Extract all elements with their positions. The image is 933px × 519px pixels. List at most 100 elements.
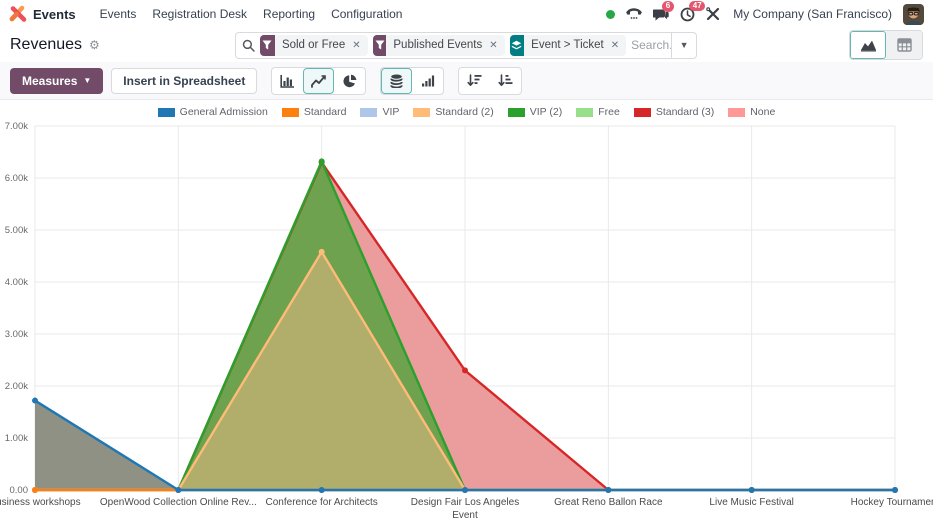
y-axis-tick: 6.00k [5,173,28,184]
y-axis-tick: 4.00k [5,277,28,288]
bar-chart-button[interactable] [272,68,303,94]
x-axis-label: OpenWood Collection Online Rev... [100,497,257,508]
graph-toolbar: Measures ▼ Insert in Spreadsheet [0,62,933,100]
remove-facet-icon[interactable]: ✕ [611,40,626,51]
breadcrumb: Revenues ⚙ [10,36,235,54]
messages-button[interactable]: 6 [653,7,669,21]
series-point [462,367,468,373]
sort-amount-asc-icon [498,74,513,87]
presence-status-icon [606,10,615,19]
x-axis-label: Conference for Architects [266,497,378,508]
search-facet-filter: Sold or Free ✕ [260,35,368,56]
pie-chart-button[interactable] [334,68,365,94]
filter-icon [260,35,275,56]
x-axis-label: Hockey Tournament [851,497,933,508]
activities-button[interactable]: 47 [680,7,695,22]
stacked-cumulative-group [380,67,444,95]
legend-swatch [282,108,299,117]
legend-item[interactable]: VIP [360,106,399,118]
legend-item[interactable]: Standard (3) [634,106,714,118]
voip-phone-button[interactable] [626,7,642,21]
legend-item[interactable]: None [728,106,775,118]
x-axis-label: Great Reno Ballon Race [554,497,663,508]
series-point [319,158,325,164]
series-point [175,487,181,493]
facet-label: Event > Ticket [524,39,611,51]
series-point [892,487,898,493]
measures-button[interactable]: Measures ▼ [10,68,103,94]
user-avatar[interactable] [903,4,924,25]
action-gear-icon[interactable]: ⚙ [89,39,100,51]
legend-item[interactable]: VIP (2) [508,106,562,118]
chart-area: General Admission Standard VIP Standard (2)… [0,100,933,519]
tools-icon [706,7,720,21]
sort-amount-desc-icon [467,74,482,87]
company-name[interactable]: My Company (San Francisco) [733,7,892,21]
tools-button[interactable] [706,7,720,21]
y-axis-tick: 0.00 [10,485,29,496]
app-switcher[interactable]: Events [9,5,76,23]
control-panel: Revenues ⚙ Sold or Free ✕ Published Even… [0,28,933,62]
insert-in-spreadsheet-button[interactable]: Insert in Spreadsheet [111,68,257,94]
menu-events[interactable]: Events [100,7,137,21]
chevron-down-icon: ▼ [83,76,91,85]
series-point [749,487,755,493]
series-point [605,487,611,493]
revenue-area-chart: 0.001.00k2.00k3.00k4.00k5.00k6.00k7.00kB… [0,120,933,519]
stacked-database-icon [390,74,403,88]
page-title: Revenues [10,36,82,54]
legend-label: General Admission [180,106,268,118]
y-axis-tick: 7.00k [5,121,28,132]
legend-item[interactable]: Free [576,106,620,118]
series-point [462,487,468,493]
legend-swatch [634,108,651,117]
top-navbar: Events Events Registration Desk Reportin… [0,0,933,28]
pie-chart-icon [343,74,357,88]
sort-group [458,67,522,95]
y-axis-tick: 3.00k [5,329,28,340]
legend-item[interactable]: Standard (2) [413,106,493,118]
search-options-toggle[interactable]: ▼ [671,33,696,58]
menu-reporting[interactable]: Reporting [263,7,315,21]
sort-ascending-button[interactable] [490,68,521,94]
stacked-toggle-button[interactable] [381,68,412,94]
activities-count-badge: 47 [689,1,705,12]
signal-bars-icon [421,74,435,87]
measures-label: Measures [22,74,77,88]
y-axis-tick: 5.00k [5,225,28,236]
line-chart-button[interactable] [303,68,334,94]
facet-label: Published Events [386,39,489,51]
graph-view-button[interactable] [850,31,886,59]
legend-label: Standard (2) [435,106,493,118]
search-input[interactable] [631,38,671,52]
legend-swatch [576,108,593,117]
sort-descending-button[interactable] [459,68,490,94]
app-name: Events [33,7,76,22]
legend-label: Free [598,106,620,118]
odoo-events-logo-icon [9,5,27,23]
search-bar[interactable]: Sold or Free ✕ Published Events ✕ Event … [235,32,697,59]
remove-facet-icon[interactable]: ✕ [489,40,504,51]
filter-icon [373,35,387,56]
legend-item[interactable]: Standard [282,106,347,118]
legend-swatch [360,108,377,117]
menu-registration-desk[interactable]: Registration Desk [152,7,247,21]
cumulative-toggle-button[interactable] [412,68,443,94]
pivot-view-button[interactable] [886,31,922,59]
legend-item[interactable]: General Admission [158,106,268,118]
navbar-left: Events Events Registration Desk Reportin… [9,5,402,23]
navbar-right: 6 47 My Company (San Francisco) [606,4,924,25]
area-chart-icon [860,38,877,52]
chart-type-group [271,67,366,95]
search-facet-filter: Published Events ✕ [373,35,505,56]
legend-swatch [158,108,175,117]
facet-label: Sold or Free [275,39,352,51]
remove-facet-icon[interactable]: ✕ [352,40,367,51]
menu-configuration[interactable]: Configuration [331,7,402,21]
x-axis-title: Event [452,510,478,519]
legend-label: Standard [304,106,347,118]
x-axis-label: Live Music Festival [709,497,793,508]
y-axis-tick: 1.00k [5,433,28,444]
pivot-table-icon [897,38,912,52]
odoo-events-app: Events Events Registration Desk Reportin… [0,0,933,519]
